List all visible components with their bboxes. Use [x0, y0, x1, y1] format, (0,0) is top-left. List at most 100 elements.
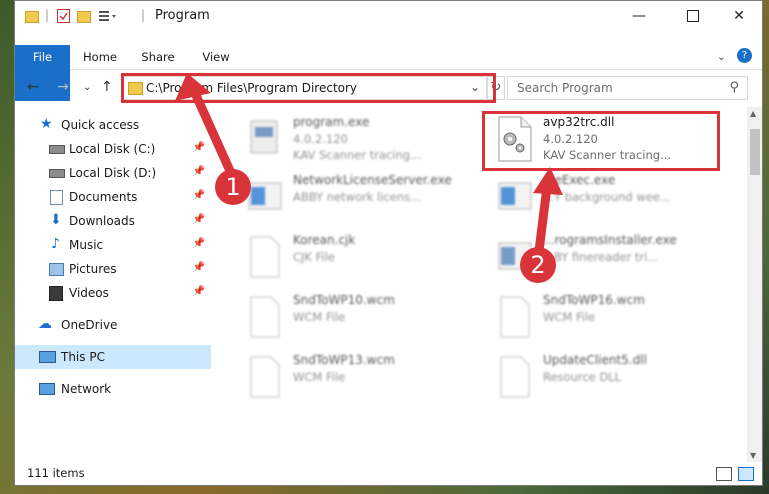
videos-icon	[49, 286, 63, 301]
close-icon: ✕	[733, 8, 745, 24]
new-folder-icon[interactable]	[77, 11, 91, 23]
tiles-view-icon[interactable]	[738, 467, 754, 481]
file-name: Korean.cjk	[293, 233, 356, 247]
sidebar-item-music[interactable]: ♪ Music 📌	[15, 233, 211, 257]
file-name: ...rogramsInstaller.exe	[543, 233, 677, 247]
file-description: ...BY finereader tri...	[543, 250, 659, 264]
pin-icon[interactable]: 📌	[193, 166, 205, 177]
file-item-sndtowp10-wcm[interactable]: SndToWP10.wcm WCM File	[235, 289, 475, 345]
sidebar-item-label: This PC	[61, 350, 105, 364]
sidebar-item-label: OneDrive	[61, 318, 118, 332]
star-icon: ★	[40, 116, 53, 132]
sidebar-item-onedrive[interactable]: ☁ OneDrive	[15, 313, 211, 337]
search-input[interactable]: Search Program ⚲	[507, 76, 748, 100]
music-icon: ♪	[51, 236, 60, 252]
file-name: UpdateClient5.dll	[543, 353, 647, 367]
step-1-badge: 1	[215, 169, 251, 205]
vertical-scrollbar[interactable]: ▲ ▼	[747, 107, 762, 462]
scroll-up-icon[interactable]: ▲	[750, 109, 756, 118]
help-icon[interactable]: ?	[737, 48, 752, 63]
pin-icon[interactable]: 📌	[193, 238, 205, 249]
sidebar-item-label: Music	[69, 238, 104, 252]
file-item-updateclient5-dll[interactable]: UpdateClient5.dll Resource DLL	[485, 349, 725, 405]
expand-ribbon-icon[interactable]: ⌄	[717, 50, 726, 63]
properties-icon[interactable]	[57, 9, 70, 23]
status-bar: 111 items	[15, 462, 762, 485]
sidebar-item-local-disk-d[interactable]: Local Disk (D:) 📌	[15, 161, 211, 185]
file-item-korean-cjk[interactable]: Korean.cjk CJK File	[235, 229, 475, 285]
application-icon	[495, 173, 535, 221]
maximize-icon	[687, 10, 699, 22]
sidebar-item-this-pc[interactable]: This PC	[15, 345, 211, 369]
drive-icon	[49, 145, 65, 154]
drive-icon	[49, 169, 65, 178]
file-name: ...eExec.exe	[543, 173, 616, 187]
documents-icon	[50, 190, 63, 205]
up-arrow-icon[interactable]: ↑	[101, 79, 113, 95]
file-icon	[245, 353, 285, 401]
tab-view[interactable]: View	[193, 45, 239, 69]
file-item-program-exe[interactable]: program.exe 4.0.2.120 KAV Scanner tracin…	[235, 111, 475, 167]
scroll-down-icon[interactable]: ▼	[750, 451, 756, 460]
close-button[interactable]: ✕	[716, 1, 762, 31]
search-icon[interactable]: ⚲	[729, 80, 739, 95]
file-icon	[495, 353, 535, 401]
sidebar-item-label: Downloads	[69, 214, 135, 228]
file-item-sndtowp13-wcm[interactable]: SndToWP13.wcm WCM File	[235, 349, 475, 405]
pin-icon[interactable]: 📌	[193, 190, 205, 201]
forward-arrow-icon[interactable]: →	[57, 79, 69, 95]
sidebar-item-pictures[interactable]: Pictures 📌	[15, 257, 211, 281]
file-name: NetworkLicenseServer.exe	[293, 173, 452, 187]
cloud-icon: ☁	[38, 316, 52, 332]
application-icon	[245, 115, 285, 163]
title-bar: | | Program — ✕	[15, 1, 762, 31]
file-type: CJK File	[293, 250, 335, 264]
navigation-pane: ★ Quick access Local Disk (C:) 📌 Local D…	[15, 107, 211, 462]
file-item-networklicenseserver-exe[interactable]: NetworkLicenseServer.exe ABBY network li…	[235, 169, 475, 225]
file-type: Resource DLL	[543, 370, 622, 384]
pin-icon[interactable]: 📌	[193, 262, 205, 273]
explorer-window: | | Program — ✕ File Home Share View ⌄ ?…	[14, 0, 763, 486]
file-icon	[245, 233, 285, 281]
sidebar-item-label: Videos	[69, 286, 109, 300]
sidebar-item-local-disk-c[interactable]: Local Disk (C:) 📌	[15, 137, 211, 161]
sidebar-item-label: Pictures	[69, 262, 117, 276]
window-title: Program	[155, 8, 210, 23]
tab-home[interactable]: Home	[77, 45, 123, 69]
sidebar-item-label: Local Disk (C:)	[69, 142, 156, 156]
details-view-icon[interactable]	[716, 467, 732, 481]
file-name: program.exe	[293, 115, 370, 129]
pin-icon[interactable]: 📌	[193, 214, 205, 225]
application-icon	[245, 173, 285, 221]
scrollbar-thumb[interactable]	[750, 129, 760, 175]
downloads-icon: ⬇	[50, 212, 62, 228]
ribbon-tabs: File Home Share View ⌄ ?	[15, 45, 762, 101]
file-highlight-box	[482, 111, 720, 171]
sidebar-item-documents[interactable]: Documents 📌	[15, 185, 211, 209]
sidebar-item-label: Local Disk (D:)	[69, 166, 157, 180]
navigation-bar: ← → ⌄ ↑ C:\Program Files\Program Directo…	[15, 73, 762, 103]
maximize-button[interactable]	[670, 1, 716, 31]
sidebar-item-downloads[interactable]: ⬇ Downloads 📌	[15, 209, 211, 233]
customize-toolbar-icon[interactable]	[99, 9, 116, 23]
sidebar-item-network[interactable]: Network	[15, 377, 211, 401]
back-arrow-icon[interactable]: ←	[27, 79, 39, 95]
pictures-icon	[49, 263, 64, 276]
pin-icon[interactable]: 📌	[193, 142, 205, 153]
pin-icon[interactable]: 📌	[193, 286, 205, 297]
item-count: 111 items	[27, 466, 85, 480]
file-item-exec-exe[interactable]: ...eExec.exe ...Y background wee...	[485, 169, 725, 225]
sidebar-item-quick-access[interactable]: ★ Quick access	[15, 113, 211, 137]
minimize-button[interactable]: —	[616, 1, 662, 31]
address-highlight-box	[121, 73, 496, 103]
file-description: KAV Scanner tracing...	[293, 148, 422, 162]
file-icon	[245, 293, 285, 341]
tab-share[interactable]: Share	[135, 45, 181, 69]
recent-locations-icon[interactable]: ⌄	[83, 82, 91, 93]
file-type: WCM File	[293, 370, 346, 384]
sidebar-item-videos[interactable]: Videos 📌	[15, 281, 211, 305]
computer-icon	[39, 351, 56, 363]
file-item-sndtowp16-wcm[interactable]: SndToWP16.wcm WCM File	[485, 289, 725, 345]
minimize-icon: —	[632, 8, 646, 24]
file-type: WCM File	[543, 310, 596, 324]
